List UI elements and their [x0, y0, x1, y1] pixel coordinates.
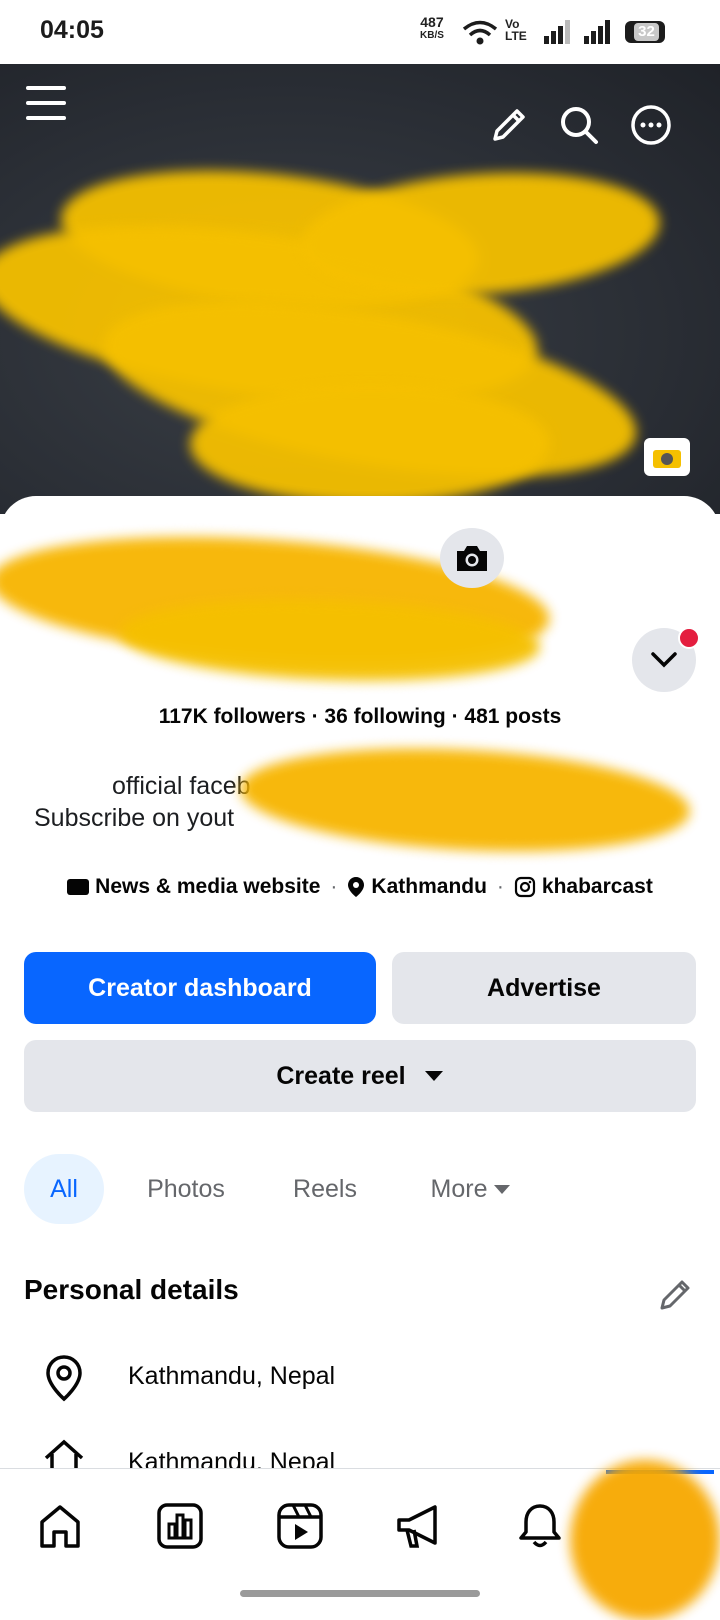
section-title: Personal details [24, 1274, 239, 1305]
instagram-icon [514, 876, 536, 898]
status-bar: 04:05 487 KB/S Vo LTE 32 [0, 0, 720, 64]
location-label: Kathmandu [371, 875, 487, 898]
battery-icon: 32 [625, 21, 665, 43]
chevron-down-icon [651, 652, 677, 668]
category-label: News & media website [95, 875, 321, 898]
creator-dashboard-button[interactable]: Creator dashboard [24, 952, 376, 1024]
volte-indicator: Vo LTE [505, 18, 527, 42]
menu-icon[interactable] [26, 84, 68, 124]
cover-photo[interactable] [0, 64, 720, 514]
lte-label: LTE [505, 29, 527, 43]
profile-stats: 117K followers · 36 following · 481 post… [158, 705, 562, 728]
nav-reels-icon[interactable] [270, 1496, 330, 1556]
edit-icon[interactable] [486, 102, 532, 148]
more-options-icon[interactable] [628, 102, 674, 148]
detail-hometown: Kathmandu, Nepal [128, 1448, 336, 1468]
notification-dot [678, 627, 700, 649]
wifi-icon [462, 20, 498, 45]
advertise-button[interactable]: Advertise [392, 952, 696, 1024]
signal-icon-1 [544, 20, 570, 44]
create-reel-label: Create reel [276, 1061, 406, 1090]
nav-home-icon[interactable] [30, 1496, 90, 1556]
network-speed-value: 487 [420, 14, 444, 30]
location-pin-icon [44, 1354, 84, 1402]
cover-camera-icon[interactable] [644, 438, 690, 476]
home-indicator[interactable] [240, 1590, 480, 1597]
search-icon[interactable] [556, 102, 602, 148]
redaction-mark [570, 1460, 720, 1620]
bio-line-1: official faceb [112, 772, 251, 800]
tab-all[interactable]: All [24, 1154, 104, 1224]
edit-details-icon[interactable] [656, 1274, 696, 1314]
profile-meta: News & media website · Kathmandu · khaba… [0, 875, 720, 899]
nav-bell-icon[interactable] [510, 1496, 570, 1556]
battery-level: 32 [634, 23, 659, 41]
redaction-mark [190, 384, 550, 504]
bio-line-2: Subscribe on yout [34, 804, 235, 832]
tab-more[interactable]: More [416, 1154, 526, 1224]
tab-reels[interactable]: Reels [280, 1154, 370, 1224]
nav-megaphone-icon[interactable] [390, 1496, 450, 1556]
signal-icon-2 [584, 20, 610, 44]
location-pin-icon [348, 877, 365, 897]
caret-down-icon [424, 1071, 443, 1081]
instagram-link[interactable]: khabarcast [542, 875, 653, 899]
caret-down-icon [494, 1184, 511, 1194]
profile-camera-button[interactable] [440, 528, 504, 588]
status-time: 04:05 [40, 16, 104, 44]
tab-more-label: More [430, 1174, 488, 1203]
nav-dashboard-icon[interactable] [150, 1496, 210, 1556]
network-speed: 487 KB/S [420, 14, 444, 42]
camera-icon [457, 546, 487, 571]
tab-photos[interactable]: Photos [130, 1154, 242, 1224]
network-speed-unit: KB/S [420, 30, 444, 41]
detail-current-city: Kathmandu, Nepal [128, 1362, 336, 1390]
category-icon [67, 879, 90, 895]
home-icon [40, 1436, 88, 1468]
create-reel-button[interactable]: Create reel [24, 1040, 696, 1112]
